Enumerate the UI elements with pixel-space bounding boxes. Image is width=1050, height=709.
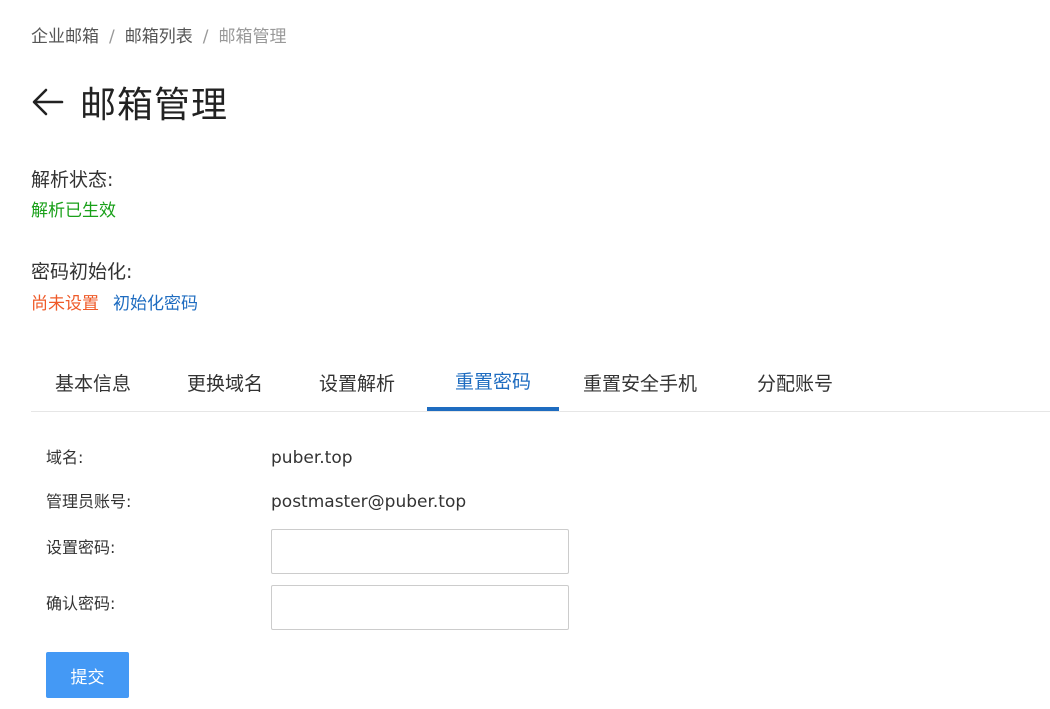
breadcrumb-separator: /	[202, 27, 209, 47]
tab-set-resolve[interactable]: 设置解析	[319, 357, 395, 411]
admin-account-value: postmaster@puber.top	[271, 492, 467, 512]
set-password-input[interactable]	[271, 529, 569, 574]
password-init-label: 密码初始化:	[31, 261, 133, 283]
active-tab-indicator	[427, 407, 559, 411]
breadcrumb-item-enterprise-mail[interactable]: 企业邮箱	[31, 27, 99, 47]
domain-label: 域名:	[46, 448, 84, 467]
tab-bar: 基本信息 更换域名 设置解析 重置密码 重置安全手机 分配账号	[31, 357, 1050, 412]
confirm-password-label: 确认密码:	[46, 594, 116, 613]
init-password-link[interactable]: 初始化密码	[113, 294, 198, 314]
breadcrumb: 企业邮箱 / 邮箱列表 / 邮箱管理	[31, 25, 286, 49]
resolve-status-value: 解析已生效	[31, 201, 116, 221]
tab-reset-security-phone[interactable]: 重置安全手机	[583, 357, 697, 411]
tab-assign-account[interactable]: 分配账号	[757, 357, 833, 411]
page: 企业邮箱 / 邮箱列表 / 邮箱管理 邮箱管理 解析状态: 解析已生效 密码初始化: 尚…	[0, 0, 1050, 709]
arrow-left-icon[interactable]	[31, 84, 67, 120]
resolve-status-label: 解析状态:	[31, 169, 114, 191]
submit-button[interactable]: 提交	[46, 652, 129, 698]
tab-reset-password[interactable]: 重置密码	[427, 357, 559, 411]
breadcrumb-separator: /	[109, 27, 115, 47]
password-init-row: 尚未设置 初始化密码	[31, 292, 198, 316]
confirm-password-input[interactable]	[271, 585, 569, 630]
title-row: 邮箱管理	[31, 78, 228, 126]
admin-account-label: 管理员账号:	[46, 492, 132, 511]
set-password-label: 设置密码:	[46, 538, 116, 557]
domain-value: puber.top	[271, 448, 353, 468]
page-title: 邮箱管理	[80, 85, 229, 126]
tab-change-domain[interactable]: 更换域名	[187, 357, 263, 411]
tab-basic-info[interactable]: 基本信息	[55, 357, 131, 411]
breadcrumb-item-mailbox-list[interactable]: 邮箱列表	[125, 27, 193, 47]
breadcrumb-item-mailbox-manage: 邮箱管理	[218, 27, 287, 47]
password-init-status: 尚未设置	[31, 294, 99, 314]
